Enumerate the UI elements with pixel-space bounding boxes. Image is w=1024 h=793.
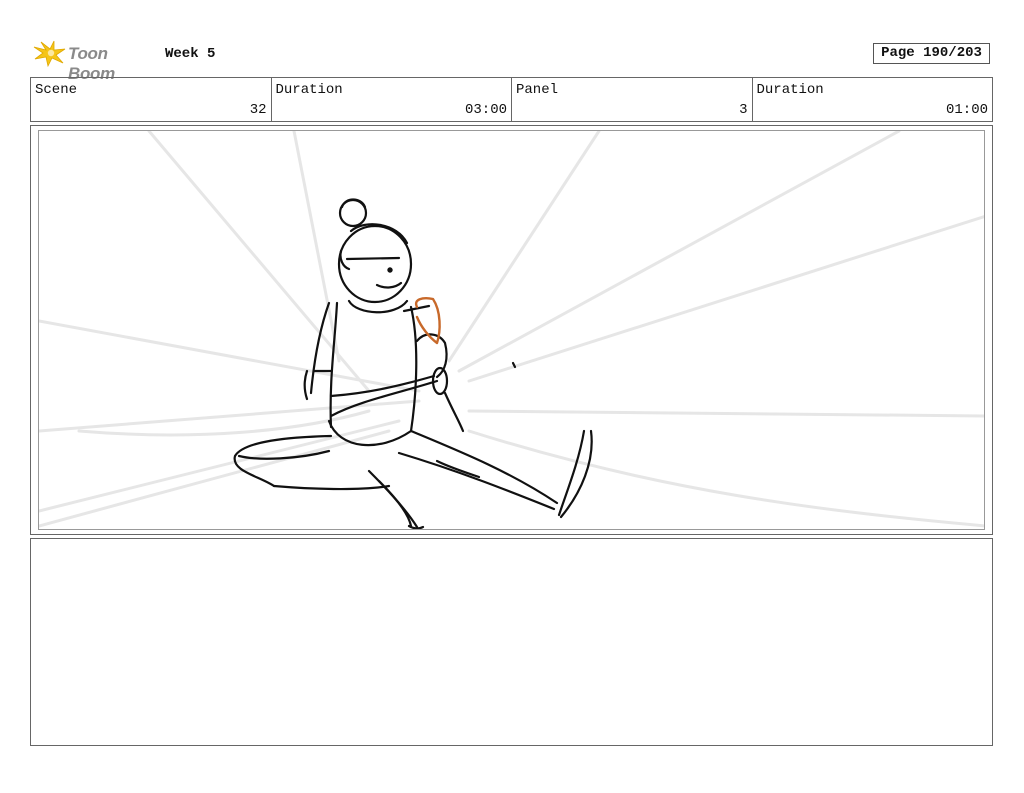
- page-title: Week 5: [165, 46, 216, 62]
- panel-cell: Panel 3: [512, 78, 753, 121]
- scene-cell: Scene 32: [31, 78, 272, 121]
- panel-duration-value: 01:00: [945, 102, 988, 118]
- scene-duration-label: Duration: [275, 82, 343, 98]
- panel-info-row: Scene 32 Duration 03:00 Panel 3 Duration…: [30, 77, 993, 122]
- panel-image: [38, 130, 985, 530]
- panel-frame: [30, 125, 993, 535]
- speed-lines: [39, 131, 984, 528]
- scene-label: Scene: [35, 82, 78, 98]
- page-number: Page 190/203: [873, 43, 990, 64]
- notes-area: [30, 538, 993, 746]
- panel-duration-cell: Duration 01:00: [753, 78, 993, 121]
- panel-value: 3: [739, 102, 748, 118]
- storyboard-header: Toon Boom Week 5 Page 190/203: [30, 36, 994, 83]
- panel-label: Panel: [516, 82, 559, 98]
- sketch-drawing: [39, 131, 984, 529]
- panel-duration-label: Duration: [756, 82, 824, 98]
- figure-sketch: [233, 198, 593, 529]
- scene-duration-cell: Duration 03:00: [272, 78, 512, 121]
- toon-boom-logo: Toon Boom: [32, 38, 157, 83]
- scene-value: 32: [249, 102, 267, 118]
- toon-boom-star-icon: [33, 40, 66, 68]
- scene-duration-value: 03:00: [464, 102, 507, 118]
